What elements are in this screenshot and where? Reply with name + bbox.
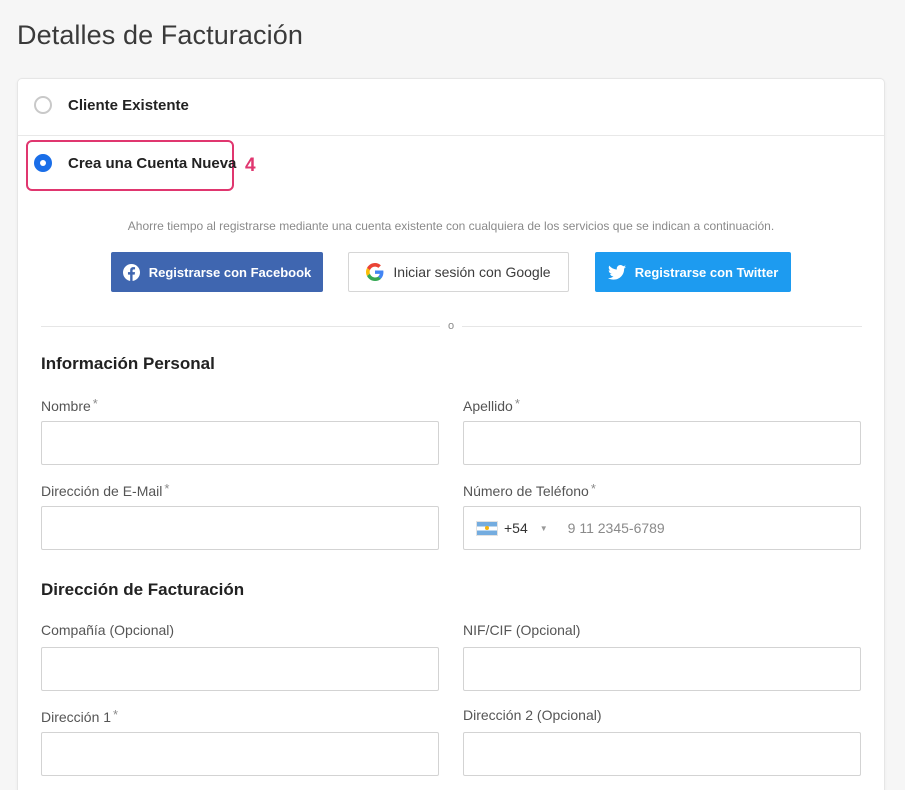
address2-label: Dirección 2 (Opcional) xyxy=(463,707,602,723)
first-name-input[interactable] xyxy=(41,421,439,465)
address1-input[interactable] xyxy=(41,732,439,776)
company-input[interactable] xyxy=(41,647,439,691)
google-signin-label: Iniciar sesión con Google xyxy=(393,264,551,280)
email-input[interactable] xyxy=(41,506,439,550)
billing-address-title: Dirección de Facturación xyxy=(41,580,245,599)
address2-input[interactable] xyxy=(463,732,861,776)
or-divider-text: o xyxy=(440,320,462,332)
step-number-badge: 4 xyxy=(245,155,256,176)
new-account-radio[interactable] xyxy=(34,154,52,172)
facebook-icon xyxy=(122,263,140,281)
last-name-label: Apellido * xyxy=(463,396,520,414)
option-divider xyxy=(18,135,884,136)
twitter-signup-label: Registrarse con Twitter xyxy=(634,264,779,280)
first-name-label: Nombre * xyxy=(41,396,98,414)
phone-field: +54 ▼ xyxy=(463,506,861,550)
country-dial-code[interactable]: +54 xyxy=(504,520,528,536)
tax-id-label: NIF/CIF (Opcional) xyxy=(463,622,581,638)
existing-customer-option[interactable]: Cliente Existente xyxy=(34,96,189,114)
email-label: Dirección de E-Mail * xyxy=(41,481,170,499)
google-icon xyxy=(366,263,384,281)
google-signin-button[interactable]: Iniciar sesión con Google xyxy=(348,252,569,292)
existing-customer-label: Cliente Existente xyxy=(68,96,189,114)
personal-info-title: Información Personal xyxy=(41,354,215,373)
facebook-signup-label: Registrarse con Facebook xyxy=(148,264,312,280)
company-label: Compañía (Opcional) xyxy=(41,622,175,638)
phone-label: Número de Teléfono * xyxy=(463,481,596,499)
facebook-signup-button[interactable]: Registrarse con Facebook xyxy=(111,252,323,292)
twitter-icon xyxy=(607,264,626,280)
phone-input[interactable] xyxy=(567,508,818,548)
twitter-signup-button[interactable]: Registrarse con Twitter xyxy=(595,252,791,292)
new-account-option[interactable]: Crea una Cuenta Nueva xyxy=(34,154,236,172)
checkout-card: Cliente Existente Crea una Cuenta Nueva … xyxy=(17,78,885,790)
argentina-flag-icon[interactable] xyxy=(476,520,498,536)
page-title: Detalles de Facturación xyxy=(17,20,303,50)
tax-id-input[interactable] xyxy=(463,647,861,691)
country-dropdown-caret-icon[interactable]: ▼ xyxy=(540,524,548,533)
new-account-label: Crea una Cuenta Nueva xyxy=(68,154,237,172)
existing-customer-radio[interactable] xyxy=(34,96,52,114)
social-signup-intro: Ahorre tiempo al registrarse mediante un… xyxy=(127,219,775,233)
address1-label: Dirección 1 * xyxy=(41,707,119,725)
last-name-input[interactable] xyxy=(463,421,861,465)
